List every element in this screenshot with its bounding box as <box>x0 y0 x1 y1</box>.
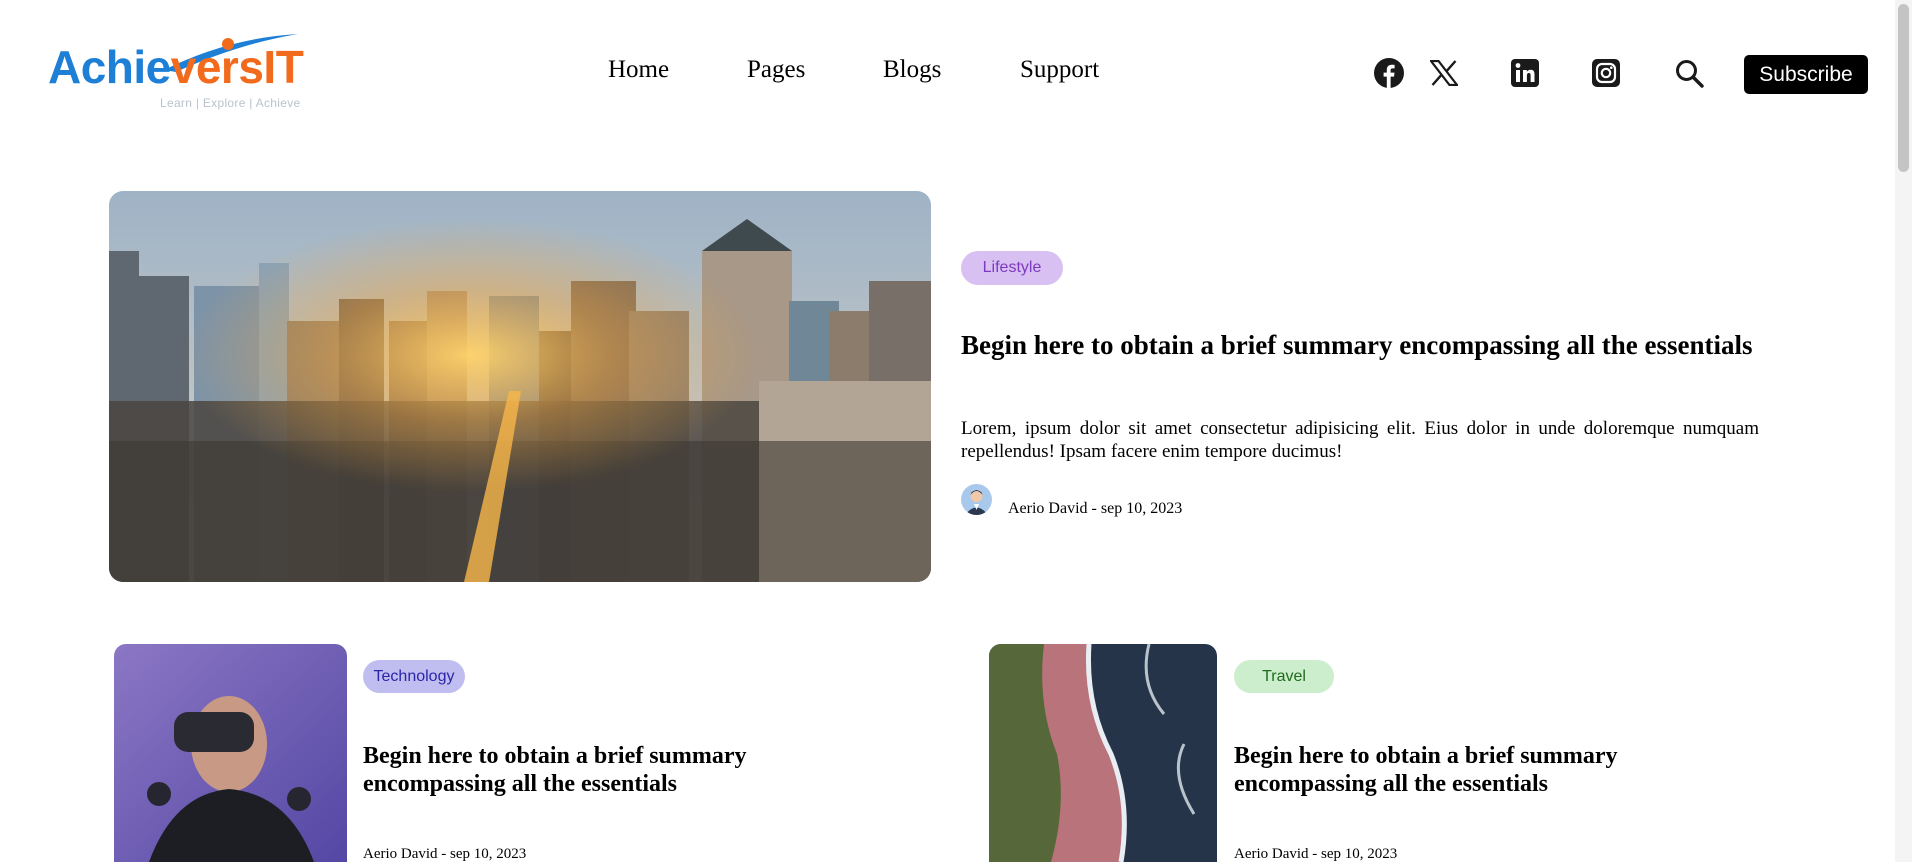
logo-wordmark: AchieversIT <box>48 41 304 93</box>
nav-item-blogs[interactable]: Blogs <box>883 56 941 84</box>
linkedin-icon[interactable] <box>1508 56 1542 90</box>
brand-logo[interactable]: AchieversIT Learn | Explore | Achieve <box>48 30 310 114</box>
nav-item-home[interactable]: Home <box>608 56 669 84</box>
category-badge-technology[interactable]: Technology <box>363 660 465 693</box>
x-icon[interactable] <box>1427 56 1461 90</box>
search-icon[interactable] <box>1672 56 1706 90</box>
nav-item-support[interactable]: Support <box>1020 56 1099 84</box>
featured-post-meta: Aerio David - sep 10, 2023 <box>1008 500 1183 517</box>
subscribe-button[interactable]: Subscribe <box>1744 55 1868 94</box>
post-card-image-travel[interactable] <box>989 644 1217 862</box>
featured-post-excerpt: Lorem, ipsum dolor sit amet consectetur … <box>961 418 1759 462</box>
post-card-meta: Aerio David - sep 10, 2023 <box>1234 846 1398 862</box>
nav-item-pages[interactable]: Pages <box>747 56 805 84</box>
post-card-title[interactable]: Begin here to obtain a brief summary enc… <box>363 742 803 798</box>
facebook-icon[interactable] <box>1372 56 1406 90</box>
instagram-icon[interactable] <box>1589 56 1623 90</box>
author-avatar <box>961 484 992 515</box>
page-scrollbar[interactable] <box>1895 0 1912 862</box>
logo-tagline: Learn | Explore | Achieve <box>160 96 301 110</box>
post-card-meta: Aerio David - sep 10, 2023 <box>363 846 527 862</box>
post-card-title[interactable]: Begin here to obtain a brief summary enc… <box>1234 742 1674 798</box>
scrollbar-thumb[interactable] <box>1898 4 1909 172</box>
category-badge-lifestyle[interactable]: Lifestyle <box>961 251 1063 285</box>
post-card-image-technology[interactable] <box>114 644 347 862</box>
featured-post-image[interactable] <box>109 191 931 582</box>
featured-post-title[interactable]: Begin here to obtain a brief summary enc… <box>961 329 1759 362</box>
category-badge-travel[interactable]: Travel <box>1234 660 1334 693</box>
